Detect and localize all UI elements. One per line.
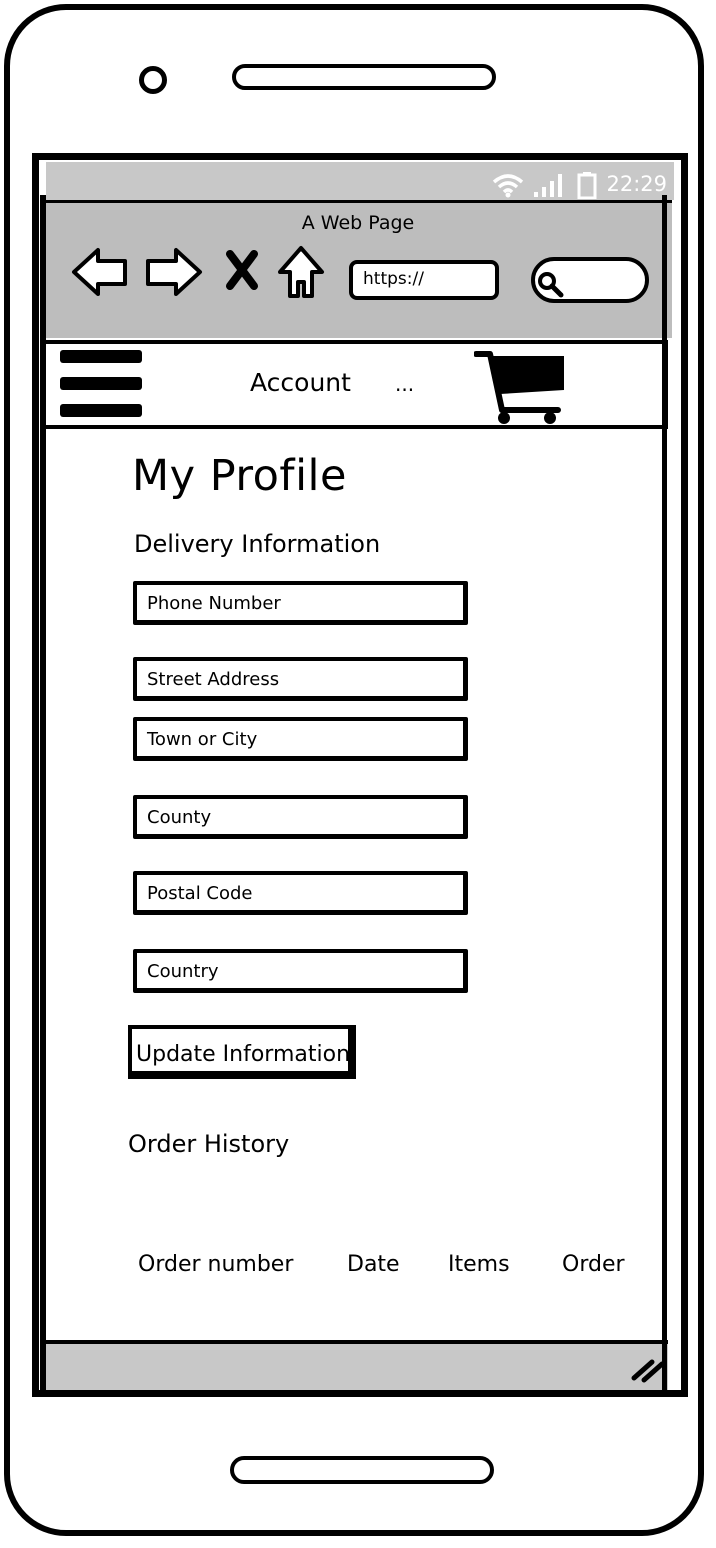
order-history-heading: Order History <box>128 1130 290 1158</box>
more-menu[interactable]: ... <box>395 372 414 396</box>
home-icon[interactable] <box>276 244 326 300</box>
browser-page-title: A Web Page <box>301 212 415 234</box>
delivery-heading: Delivery Information <box>134 530 381 558</box>
postal-code-field[interactable]: Postal Code <box>133 871 468 915</box>
country-field[interactable]: Country <box>133 949 468 993</box>
page-title: My Profile <box>132 451 347 501</box>
update-information-button[interactable]: Update Information <box>128 1025 356 1079</box>
wifi-icon <box>492 174 524 198</box>
column-header-date: Date <box>347 1252 400 1277</box>
county-field[interactable]: County <box>133 795 468 839</box>
back-icon[interactable] <box>70 246 130 298</box>
battery-icon <box>577 172 597 199</box>
column-header-order-number: Order number <box>138 1252 294 1277</box>
browser-bottom-bar <box>46 1340 668 1390</box>
camera-icon <box>139 66 167 94</box>
url-input[interactable]: https:// <box>349 260 499 300</box>
screen-left-edge <box>40 195 46 1390</box>
screen-right-edge <box>662 195 667 1390</box>
speaker-top <box>232 64 496 90</box>
town-city-field[interactable]: Town or City <box>133 717 468 761</box>
cart-icon[interactable] <box>474 348 570 428</box>
column-header-items: Items <box>448 1252 510 1277</box>
menu-icon[interactable] <box>56 346 148 424</box>
search-icon[interactable] <box>536 270 566 300</box>
phone-number-field[interactable]: Phone Number <box>133 581 468 625</box>
stop-icon[interactable] <box>224 250 260 290</box>
home-button[interactable] <box>230 1456 494 1484</box>
status-time: 22:29 <box>606 172 667 196</box>
header-title: Account <box>250 368 351 397</box>
resize-handle-icon[interactable] <box>630 1356 666 1384</box>
column-header-order: Order <box>562 1252 625 1277</box>
street-address-field[interactable]: Street Address <box>133 657 468 701</box>
forward-icon[interactable] <box>144 246 204 298</box>
signal-icon <box>534 174 562 197</box>
